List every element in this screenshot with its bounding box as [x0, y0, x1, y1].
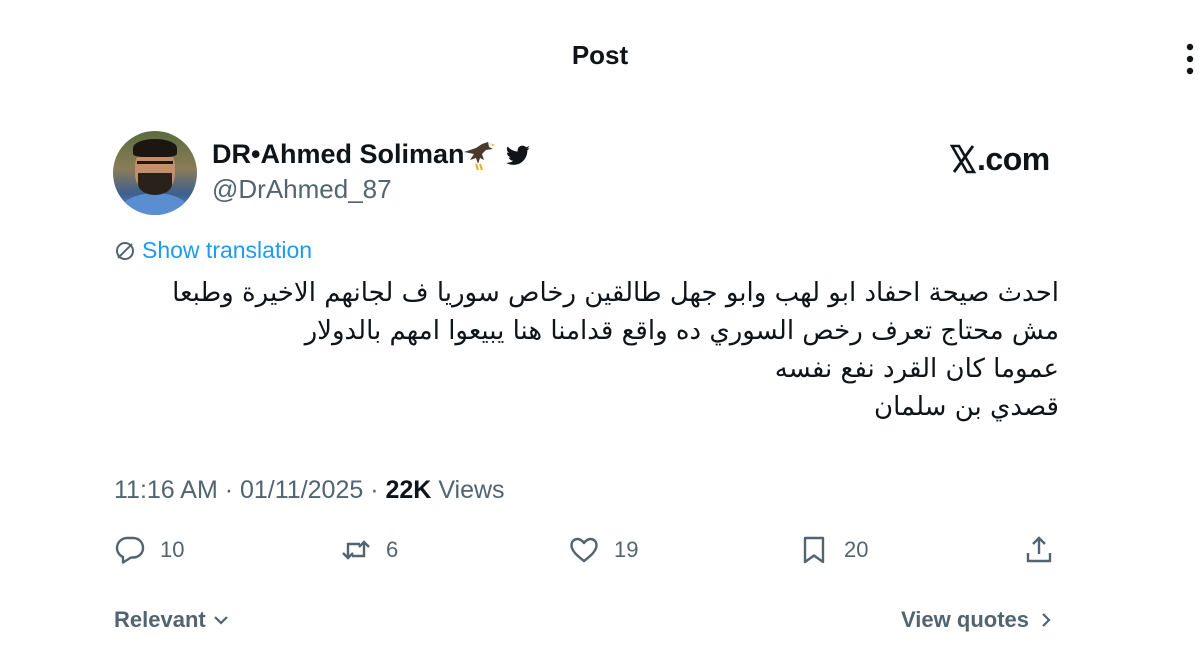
share-button[interactable]: [1023, 534, 1055, 566]
repost-count: 6: [386, 537, 399, 562]
tweet-line: عموما كان القرد نفع نفسه: [774, 354, 1059, 384]
view-quotes-label: View quotes: [901, 607, 1029, 632]
reply-count: 10: [160, 537, 185, 562]
chevron-right-icon: [1042, 613, 1051, 627]
post-meta: 11:16 AM · 01/11/2025 · 22K Views: [114, 476, 505, 505]
globe-translate-icon: [116, 241, 134, 260]
bookmark-count: 20: [844, 537, 869, 562]
like-count: 19: [614, 537, 639, 562]
eagle-emoji-icon: [464, 142, 495, 171]
x-logo-icon: [950, 144, 976, 174]
reply-icon: [115, 536, 145, 564]
views-label: Views: [431, 476, 505, 504]
chevron-down-icon: [213, 616, 228, 625]
reply-button[interactable]: 10: [114, 534, 184, 566]
repost-button[interactable]: 6: [340, 534, 398, 566]
sort-replies-dropdown[interactable]: Relevant: [114, 607, 230, 633]
like-button[interactable]: 19: [568, 534, 638, 566]
author-display-name[interactable]: DR•Ahmed Soliman: [212, 139, 464, 170]
watermark-site: .com: [977, 141, 1050, 177]
views-count: 22K: [385, 476, 432, 504]
twitter-bird-icon: [505, 145, 530, 165]
tweet-line: قصدي بن سلمان: [874, 392, 1059, 422]
sort-label: Relevant: [114, 607, 206, 632]
avatar[interactable]: [113, 131, 197, 215]
bookmark-button[interactable]: 20: [798, 534, 868, 566]
meta-separator: ·: [217, 476, 240, 504]
view-quotes-link[interactable]: View quotes: [901, 607, 1055, 633]
show-translation-link[interactable]: Show translation: [114, 237, 312, 264]
repost-icon: [342, 540, 370, 560]
share-icon: [1026, 536, 1052, 563]
post-time[interactable]: 11:16 AM: [114, 476, 218, 504]
author-handle[interactable]: @DrAhmed_87: [212, 174, 392, 205]
like-icon: [570, 537, 598, 563]
bookmark-icon: [803, 536, 825, 564]
show-translation-label[interactable]: Show translation: [142, 237, 312, 264]
tweet-line: مش محتاج تعرف رخص السوري ده واقع قدامنا …: [304, 316, 1059, 346]
tweet-line: احدث صيحة احفاد ابو لهب وابو جهل طالقين …: [172, 278, 1059, 308]
tweet-text: احدث صيحة احفاد ابو لهب وابو جهل طالقين …: [99, 274, 1059, 426]
x-com-watermark: .com: [950, 141, 1050, 178]
meta-separator: ·: [363, 476, 386, 504]
more-vertical-icon: [1186, 43, 1194, 75]
page-title: Post: [571, 40, 629, 70]
post-date[interactable]: 01/11/2025: [240, 476, 363, 504]
more-options-button[interactable]: [1180, 42, 1200, 76]
